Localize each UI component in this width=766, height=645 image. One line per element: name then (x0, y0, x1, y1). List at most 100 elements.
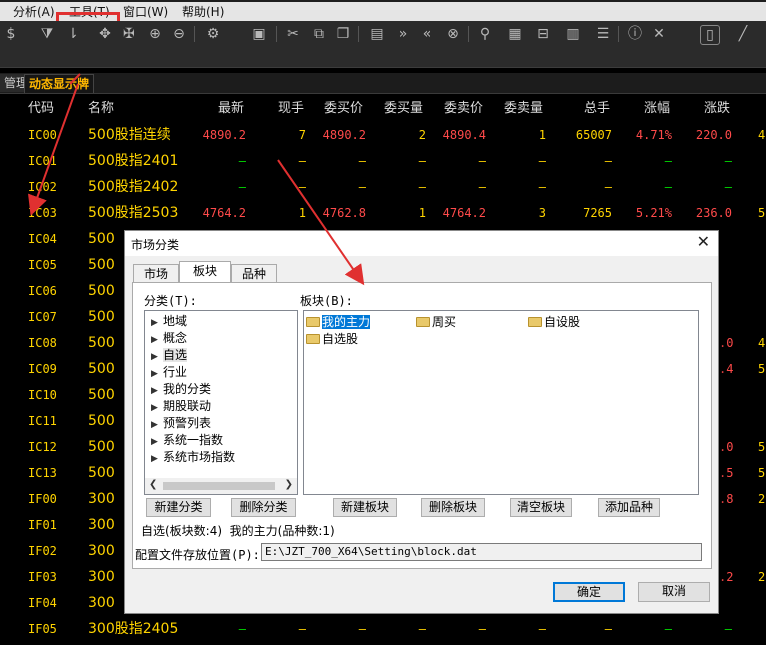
table-row[interactable]: IC02 500股指2402 — — — — — — — — — (0, 174, 766, 200)
ok-button[interactable]: 确定 (553, 582, 625, 602)
tab-variety[interactable]: 品种 (231, 264, 277, 284)
col-total[interactable]: 总手 (584, 96, 610, 122)
paste-icon[interactable]: ❐ (334, 25, 352, 43)
draw-line-icon[interactable]: ╱ (734, 25, 752, 43)
col-ask-volume[interactable]: 委卖量 (504, 96, 543, 122)
cancel-button[interactable]: 取消 (638, 582, 710, 602)
table-cell-code: IF01 (28, 518, 57, 532)
col-ask[interactable]: 委卖价 (444, 96, 483, 122)
close-icon[interactable]: ✕ (697, 232, 710, 251)
table-cell-ask: — (478, 180, 486, 194)
new-category-button[interactable]: 新建分类 (146, 498, 211, 517)
toolbar-separator (618, 26, 619, 42)
table-cell-ask: — (478, 154, 486, 168)
config-path-field[interactable]: E:\JZT_700_X64\Setting\block.dat (261, 543, 702, 561)
category-item[interactable]: ▶ 自选 (151, 347, 188, 364)
copy-icon[interactable]: ⧉ (310, 25, 328, 43)
market-category-dialog: 市场分类 ✕ 市场 板块 品种 分类(T): 板块(B): ▶ 地域 ▶ 概念 ▶ 自选 ▶… (124, 230, 719, 614)
list-icon[interactable]: ☰ (594, 25, 612, 43)
table-cell-bidv: — (418, 154, 426, 168)
block-item[interactable]: 我的主力 (306, 314, 371, 330)
category-label: 行业 (163, 365, 188, 379)
category-tree[interactable]: ▶ 地域 ▶ 概念 ▶ 自选 ▶ 行业 ▶ 我的分类 ▶ 期股联动 ▶ 预警列表 ▶ 系统一指数 ▶ 系统市场指数… (144, 310, 298, 495)
col-bid[interactable]: 委买价 (324, 96, 363, 122)
col-pct[interactable]: 涨幅 (644, 96, 670, 122)
filter-icon[interactable]: ⧩ (38, 25, 56, 43)
table-cell-name: 300 (88, 595, 115, 611)
tab-block[interactable]: 板块 (179, 261, 231, 284)
col-change[interactable]: 涨跌 (704, 96, 730, 122)
table-cell-chg: .4 (719, 362, 734, 376)
category-item[interactable]: ▶ 期股联动 (151, 398, 211, 415)
tab-dynamic-board[interactable]: 动态显示牌 (24, 74, 95, 93)
col-name[interactable]: 名称 (88, 96, 114, 122)
category-item[interactable]: ▶ 概念 (151, 330, 187, 347)
clear-block-button[interactable]: 清空板块 (510, 498, 572, 517)
category-item[interactable]: ▶ 系统市场指数 (151, 449, 235, 466)
grid-icon[interactable]: ▥ (564, 25, 582, 43)
scroll-right-icon[interactable]: ❯ (285, 479, 293, 490)
category-item[interactable]: ▶ 预警列表 (151, 415, 211, 432)
rewind-icon[interactable]: « (418, 25, 436, 43)
menu-help[interactable]: 帮助(H) (182, 3, 224, 21)
category-item[interactable]: ▶ 系统一指数 (151, 432, 223, 449)
table-cell-extra: 4. (758, 336, 766, 350)
col-last[interactable]: 最新 (218, 96, 244, 122)
category-item[interactable]: ▶ 行业 (151, 364, 187, 381)
dollar-icon[interactable]: $ (2, 25, 20, 43)
table-cell-name: 500 (88, 257, 115, 273)
table-cell-askv: — (538, 154, 546, 168)
expand-arrow-icon[interactable]: ▶ (151, 451, 163, 468)
calendar-icon[interactable]: ▦ (506, 25, 524, 43)
dialog-panel: 分类(T): 板块(B): ▶ 地域 ▶ 概念 ▶ 自选 ▶ 行业 ▶ 我的分类 ▶ 期股联动 ▶ 预警列… (132, 282, 712, 569)
chart-window-icon[interactable]: ▤ (368, 25, 386, 43)
delete-block-button[interactable]: 删除板块 (421, 498, 485, 517)
block-list[interactable]: 我的主力 周买 自设股 自选股 (303, 310, 699, 495)
export-icon[interactable]: ⊟ (534, 25, 552, 43)
tab-market[interactable]: 市场 (133, 264, 179, 284)
move-icon[interactable]: ✥ (96, 25, 114, 43)
close-cross-icon[interactable]: ✠ (120, 25, 138, 43)
table-cell-name: 300 (88, 491, 115, 507)
fast-forward-icon[interactable]: » (394, 25, 412, 43)
col-bid-volume[interactable]: 委买量 (384, 96, 423, 122)
menu-window[interactable]: 窗口(W) (123, 3, 168, 21)
table-cell-bidv: — (418, 622, 426, 636)
table-row[interactable]: IC00 500股指连续 4890.2 7 4890.2 2 4890.4 1 65007 4.7… (0, 122, 766, 148)
col-volume[interactable]: 现手 (278, 96, 304, 122)
col-code[interactable]: 代码 (28, 96, 54, 122)
mouse-icon[interactable]: ▯ (700, 25, 720, 45)
gear-icon[interactable]: ⚙ (204, 25, 222, 43)
block-item[interactable]: 周买 (416, 314, 456, 330)
cancel-circle-icon[interactable]: ⊗ (444, 25, 462, 43)
block-item[interactable]: 自选股 (306, 331, 358, 347)
scroll-thumb[interactable] (163, 482, 275, 490)
table-row[interactable]: IC01 500股指2401 — — — — — — — — — (0, 148, 766, 174)
table-cell-pct: — (664, 180, 672, 194)
add-variety-button[interactable]: 添加品种 (598, 498, 660, 517)
folder-icon (306, 334, 320, 344)
category-item[interactable]: ▶ 地域 (151, 313, 187, 330)
table-row[interactable]: IC03 500股指2503 4764.2 1 4762.8 1 4764.2 3 7265 5.… (0, 200, 766, 226)
zoom-in-icon[interactable]: ⊕ (146, 25, 164, 43)
cut-icon[interactable]: ✂ (284, 25, 302, 43)
dialog-titlebar: 市场分类 ✕ (125, 231, 718, 256)
new-block-button[interactable]: 新建板块 (333, 498, 397, 517)
table-cell-total: — (604, 180, 612, 194)
search-icon[interactable]: ⚲ (476, 25, 494, 43)
close-icon[interactable]: ✕ (650, 25, 668, 43)
info-icon[interactable]: ⓘ (626, 25, 644, 43)
table-cell-bid: — (358, 154, 366, 168)
category-item[interactable]: ▶ 我的分类 (151, 381, 211, 398)
table-cell-code: IC00 (28, 128, 57, 142)
block-item[interactable]: 自设股 (528, 314, 580, 330)
zoom-out-icon[interactable]: ⊖ (170, 25, 188, 43)
scroll-left-icon[interactable]: ❮ (149, 479, 157, 490)
save-icon[interactable]: ▣ (250, 25, 268, 43)
table-row[interactable]: IF05 300股指2405 — — — — — — — — — (0, 616, 766, 642)
table-cell-name: 500股指连续 (88, 127, 171, 143)
horizontal-scrollbar[interactable]: ❮ ❯ (145, 478, 297, 494)
sort-icon[interactable]: ⇂ (64, 25, 82, 43)
delete-category-button[interactable]: 删除分类 (231, 498, 296, 517)
menu-analysis[interactable]: 分析(A) (13, 3, 55, 21)
